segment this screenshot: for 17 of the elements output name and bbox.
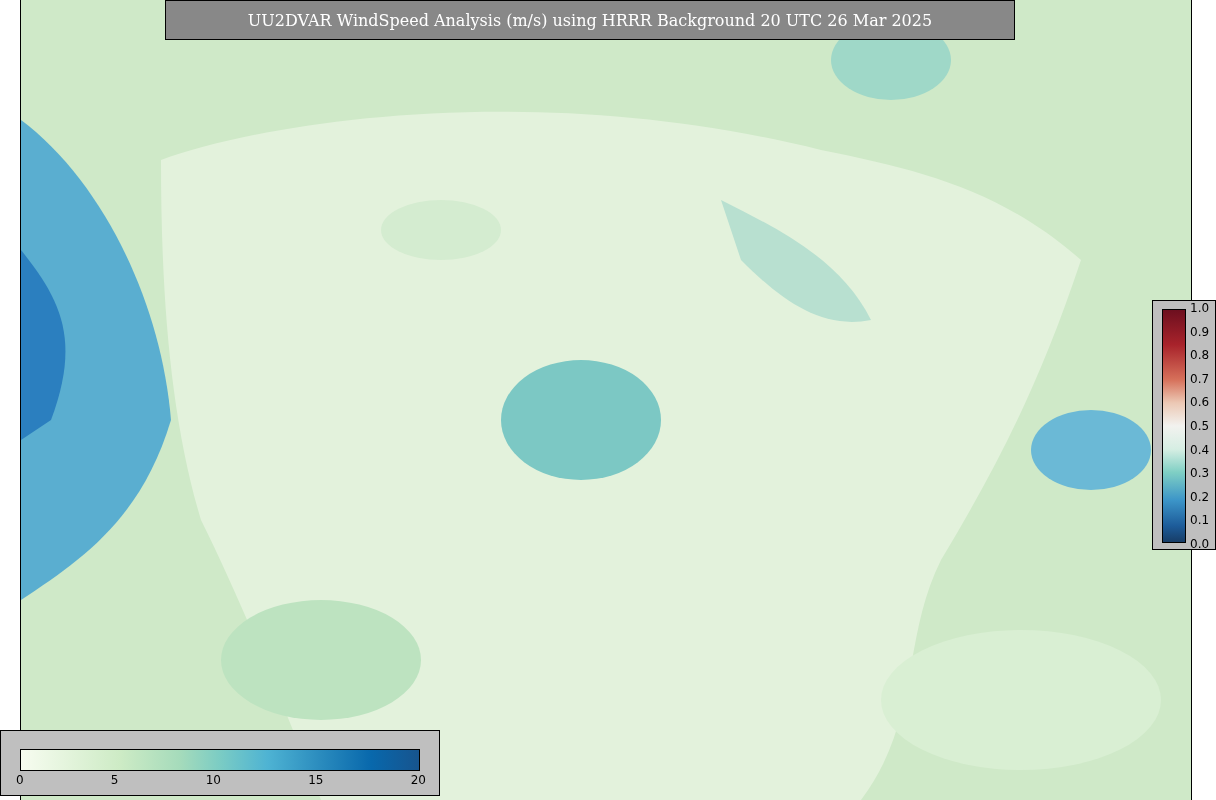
tick-label: 5 [110,773,119,787]
tick-label: 0.6 [1190,395,1210,410]
tick-label: 20 [410,773,426,787]
chart-title: UU2DVAR WindSpeed Analysis (m/s) using HRRR Background 20 UTC 26 Mar 2025 [165,0,1015,40]
tick-label: 1.0 [1190,301,1210,315]
tick-label: 15 [308,773,324,787]
tick-label: 0 [16,773,24,787]
tick-label: 10 [205,773,221,787]
tick-label: 0.4 [1190,442,1210,457]
tick-label: 0.0 [1190,536,1210,551]
tick-label: 0.8 [1190,348,1210,363]
tick-label: 0.7 [1190,371,1210,386]
tick-label: 0.9 [1190,324,1210,339]
tick-label: 0.5 [1190,418,1210,433]
tick-label: 0.1 [1190,513,1210,528]
tick-label: 0.2 [1190,489,1210,504]
tick-label: 0.3 [1190,466,1210,481]
